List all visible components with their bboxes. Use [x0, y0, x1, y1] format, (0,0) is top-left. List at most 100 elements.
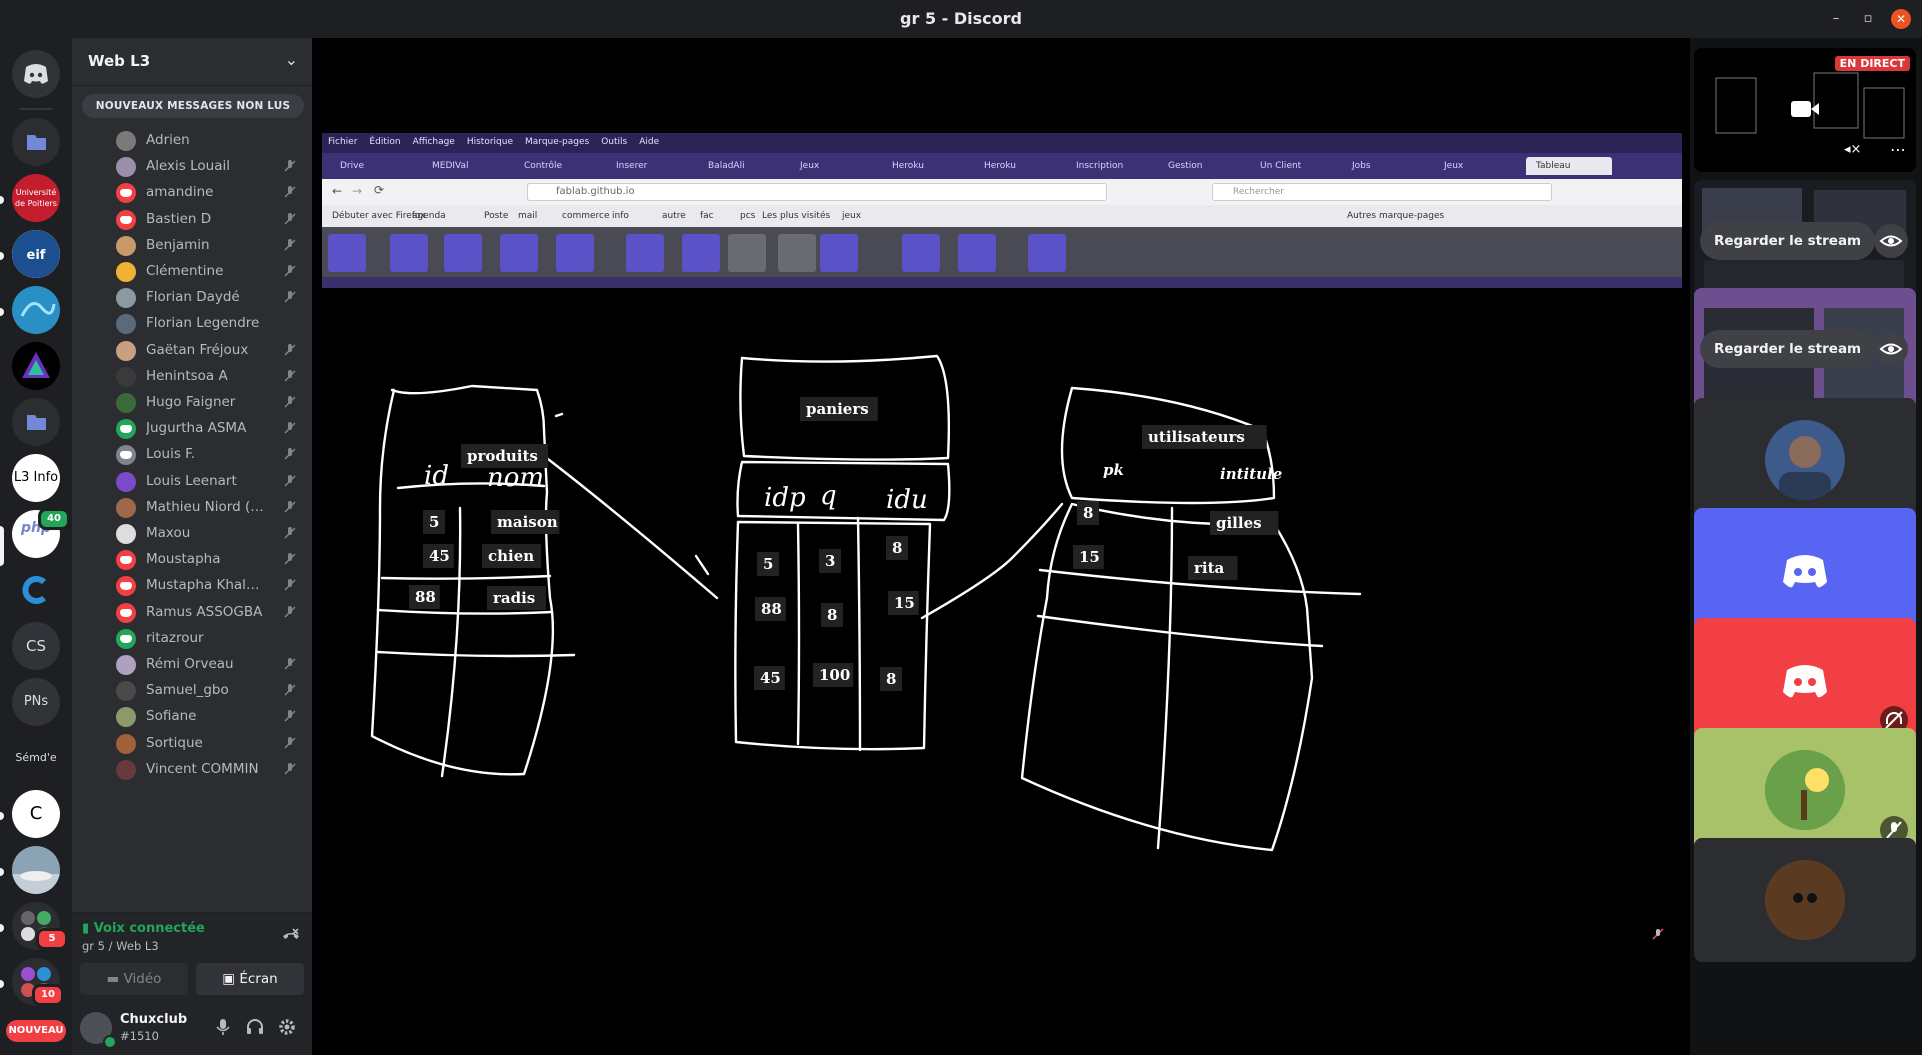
triangle-server[interactable] [12, 342, 60, 390]
swirl-server[interactable] [12, 286, 60, 334]
avatar [116, 183, 136, 204]
voice-member[interactable]: Louis F. [116, 442, 306, 468]
voice-member[interactable]: ritazrour [116, 626, 306, 652]
more-options-icon[interactable]: ⋯ [1890, 140, 1906, 159]
l3-info-server[interactable]: L3 Info [12, 454, 60, 502]
muted-mic-icon [282, 473, 298, 489]
muted-mic-icon [282, 420, 298, 436]
column-header: pk [1103, 461, 1124, 479]
voice-member[interactable]: Adrien [116, 128, 306, 154]
voice-member[interactable]: Clémentine [116, 259, 306, 285]
discord-logo-icon [1783, 555, 1827, 588]
username[interactable]: Chuxclub [120, 1012, 187, 1027]
voice-member[interactable]: Bastien D [116, 207, 306, 233]
voice-member[interactable]: Henintsoa A [116, 364, 306, 390]
voice-member-list: Adrien Alexis Louail amandine Bastien D Benj… [72, 128, 312, 948]
participant-tile-1[interactable] [1694, 398, 1916, 522]
video-button[interactable]: ▬ Vidéo [80, 963, 188, 995]
eye-icon[interactable] [1874, 332, 1908, 366]
voice-status[interactable]: ▮ Voix connectée [82, 921, 205, 936]
participant-tile-2[interactable] [1694, 508, 1916, 632]
stream-tile-2[interactable]: Regarder le stream [1694, 288, 1916, 412]
voice-connected-panel: ▮ Voix connectée gr 5 / Web L3 ▬ Vidéo ▣… [72, 912, 312, 1000]
voice-member[interactable]: Florian Daydé [116, 285, 306, 311]
maximize-button[interactable]: ▫ [1858, 9, 1878, 29]
avatar [116, 471, 136, 492]
minimize-button[interactable]: – [1826, 9, 1846, 29]
stream-stage[interactable]: Fichier Édition Affichage Historique Marque-… [312, 38, 1690, 1055]
voice-member[interactable]: amandine [116, 180, 306, 206]
photo-server[interactable] [12, 846, 60, 894]
voice-member[interactable]: Vincent COMMIN [116, 757, 306, 783]
guild-header[interactable]: Web L3 ⌄ [72, 38, 312, 86]
cs-server[interactable]: CS [12, 622, 60, 670]
disconnect-button[interactable] [280, 925, 302, 947]
participant-tile-4[interactable] [1694, 728, 1916, 852]
voice-member[interactable]: Sortique [116, 731, 306, 757]
voice-member[interactable]: Benjamin [116, 233, 306, 259]
stream-tile-1[interactable]: Regarder le stream [1694, 180, 1916, 304]
semde-server[interactable]: Sémd'e [12, 734, 60, 782]
unread-messages-pill[interactable]: NOUVEAUX MESSAGES NON LUS [82, 94, 304, 118]
voice-member[interactable]: Hugo Faigner [116, 390, 306, 416]
eif-server[interactable]: eif [12, 230, 60, 278]
table-cell: 45 [760, 669, 781, 687]
voice-member[interactable]: Alexis Louail [116, 154, 306, 180]
c-server[interactable] [12, 566, 60, 614]
member-name: ritazrour [146, 629, 204, 646]
muted-mic-icon [282, 158, 298, 174]
speaker-muted-icon[interactable]: ◂× [1844, 142, 1861, 157]
table-cell: 3 [825, 552, 835, 570]
swirl-logo [20, 302, 56, 317]
voice-member[interactable]: Gaëtan Fréjoux [116, 338, 306, 364]
headphones-icon [247, 1019, 263, 1034]
voice-member[interactable]: Rémi Orveau [116, 652, 306, 678]
folder-icon [27, 135, 46, 150]
table-title: utilisateurs [1148, 428, 1245, 446]
avatar [116, 707, 136, 728]
voice-member[interactable]: Jugurtha ASMA [116, 416, 306, 442]
close-button[interactable]: ✕ [1891, 9, 1911, 29]
muted-mic-icon [282, 446, 298, 462]
settings-button[interactable] [276, 1016, 298, 1038]
avatar [1765, 860, 1845, 940]
deafen-button[interactable] [244, 1016, 266, 1038]
member-name: Samuel_gbo [146, 682, 229, 699]
member-name: Ramus ASSOGBA [146, 603, 263, 620]
mute-button[interactable] [212, 1016, 234, 1038]
discord-home-button[interactable] [12, 50, 60, 98]
server-label: Université de Poitiers [15, 188, 57, 208]
guild-name: Web L3 [88, 52, 151, 70]
voice-member[interactable]: Sofiane [116, 704, 306, 730]
avatar [116, 288, 136, 309]
participant-tile-3[interactable] [1694, 618, 1916, 742]
voice-member[interactable]: Maxou [116, 521, 306, 547]
voice-member[interactable]: Moustapha [116, 547, 306, 573]
php-badge: 40 [38, 508, 70, 530]
pns-server[interactable]: PNs [12, 678, 60, 726]
member-name: Hugo Faigner [146, 394, 236, 410]
voice-member[interactable]: Louis Leenart [116, 469, 306, 495]
table-cell: gilles [1216, 514, 1262, 532]
folder-button-2[interactable] [12, 398, 60, 446]
muted-mic-icon [282, 394, 298, 410]
muted-mic-icon [282, 682, 298, 698]
avatar [116, 393, 136, 413]
live-stream-tile[interactable]: EN DIRECT ◂× ⋯ [1694, 48, 1916, 172]
voice-member[interactable]: Florian Legendre [116, 311, 306, 337]
voice-member[interactable]: Ramus ASSOGBA [116, 600, 306, 626]
voice-member[interactable]: Mathieu Niord (Bog... [116, 495, 306, 521]
eye-icon[interactable] [1874, 224, 1908, 258]
muted-mic-icon [282, 184, 298, 200]
university-server[interactable]: Université de Poitiers [12, 174, 60, 222]
c-doc-server[interactable]: C [12, 790, 60, 838]
voice-member[interactable]: Mustapha Khalouk [116, 573, 306, 599]
watch-stream-button[interactable]: Regarder le stream [1700, 330, 1876, 368]
participant-tile-5[interactable] [1694, 838, 1916, 962]
voice-member[interactable]: Samuel_gbo [116, 678, 306, 704]
muted-mic-icon [282, 761, 298, 777]
watch-stream-button[interactable]: Regarder le stream [1700, 222, 1876, 260]
folder-button[interactable] [12, 118, 60, 166]
screen-share-button[interactable]: ▣ Écran [196, 963, 304, 995]
new-pill[interactable]: NOUVEAU [6, 1020, 66, 1042]
